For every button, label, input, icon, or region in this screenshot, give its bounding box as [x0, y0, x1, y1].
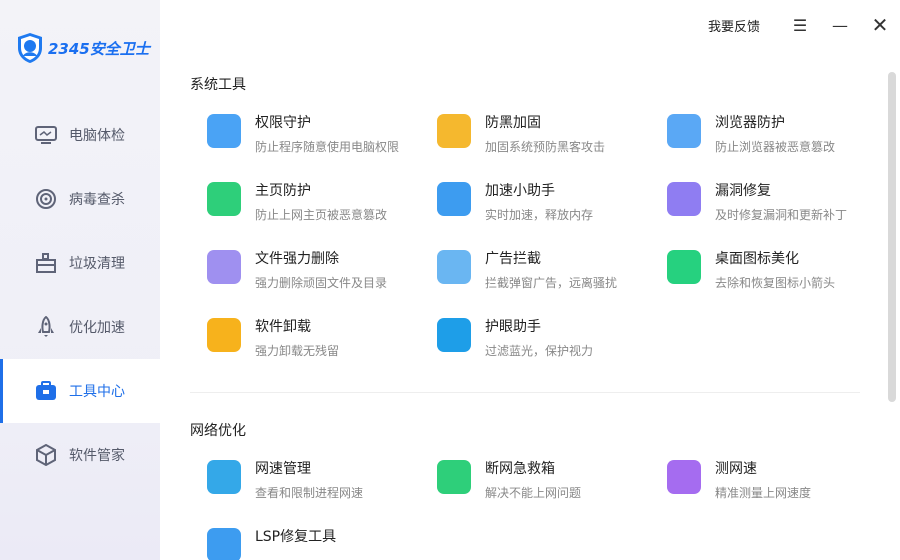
- tool-desc: 去除和恢复图标小箭头: [715, 276, 836, 290]
- tool-item[interactable]: 桌面图标美化 去除和恢复图标小箭头: [665, 248, 880, 298]
- tool-icon: [205, 526, 243, 560]
- tool-name: 防黑加固: [485, 115, 541, 131]
- tool-desc: 查看和限制进程网速: [255, 486, 364, 500]
- tool-name: 权限守护: [255, 115, 311, 131]
- tool-desc: 及时修复漏洞和更新补丁: [715, 208, 848, 222]
- tool-item[interactable]: 文件强力删除 强力删除顽固文件及目录: [205, 248, 425, 298]
- sidebar: 2345安全卫士 电脑体检 病毒查杀 垃圾清理 优化加速 工具中心 软件管家: [0, 0, 160, 560]
- minimize-icon: —: [832, 15, 848, 35]
- tool-item[interactable]: 网速管理 查看和限制进程网速: [205, 458, 425, 508]
- logo-text: 2345安全卫士: [48, 39, 150, 58]
- tool-icon: [435, 180, 473, 218]
- tool-name: 漏洞修复: [715, 183, 771, 199]
- tool-item[interactable]: 断网急救箱 解决不能上网问题: [435, 458, 655, 508]
- sidebar-item-label: 病毒查杀: [69, 192, 125, 208]
- tool-name: LSP修复工具: [255, 529, 337, 545]
- tool-item[interactable]: 加速小助手 实时加速，释放内存: [435, 180, 655, 230]
- tool-item[interactable]: 软件卸载 强力卸载无残留: [205, 316, 425, 366]
- sidebar-item-tools[interactable]: 工具中心: [0, 359, 160, 423]
- tool-item[interactable]: 测网速 精准测量上网速度: [665, 458, 880, 508]
- tool-item[interactable]: 权限守护 防止程序随意使用电脑权限: [205, 112, 425, 162]
- tool-icon: [435, 316, 473, 354]
- tool-name: 文件强力删除: [255, 251, 339, 267]
- tool-desc: 强力删除顽固文件及目录: [255, 276, 388, 290]
- close-icon: ✕: [871, 13, 889, 37]
- menu-icon: ☰: [792, 15, 808, 35]
- sidebar-item-cleanup[interactable]: 垃圾清理: [0, 231, 160, 295]
- tool-desc: 加固系统预防黑客攻击: [485, 140, 606, 154]
- sidebar-item-label: 电脑体检: [69, 128, 125, 144]
- tool-item[interactable]: 广告拦截 拦截弹窗广告，远离骚扰: [435, 248, 655, 298]
- feedback-link[interactable]: 我要反馈: [708, 16, 760, 35]
- tool-desc: 防止上网主页被恶意篡改: [255, 208, 388, 222]
- scrollbar[interactable]: [888, 72, 896, 402]
- app-logo: 2345安全卫士: [16, 32, 150, 64]
- toolbox-icon: [36, 381, 56, 400]
- tool-icon: [205, 316, 243, 354]
- section-title-system-tools: 系统工具: [190, 77, 246, 93]
- tool-name: 断网急救箱: [485, 461, 555, 477]
- tool-name: 广告拦截: [485, 251, 541, 267]
- tool-item[interactable]: 主页防护 防止上网主页被恶意篡改: [205, 180, 425, 230]
- sidebar-nav: 电脑体检 病毒查杀 垃圾清理 优化加速 工具中心 软件管家: [0, 103, 160, 487]
- tool-center: 系统工具 权限守护 防止程序随意使用电脑权限 防黑加固 加固系统预防黑客攻击 浏…: [160, 60, 880, 560]
- tool-icon: [435, 112, 473, 150]
- tool-icon: [435, 458, 473, 496]
- section-title-network: 网络优化: [190, 423, 246, 439]
- sidebar-item-label: 优化加速: [69, 320, 125, 336]
- tool-desc: 解决不能上网问题: [485, 486, 582, 500]
- tool-icon: [205, 248, 243, 286]
- tool-desc: 防止浏览器被恶意篡改: [715, 140, 836, 154]
- tool-icon: [205, 458, 243, 496]
- tool-name: 加速小助手: [485, 183, 555, 199]
- tool-desc: 防止程序随意使用电脑权限: [255, 140, 400, 154]
- tool-icon: [205, 180, 243, 218]
- broom-icon: [36, 253, 56, 273]
- section-divider: [190, 392, 860, 393]
- tool-icon: [665, 112, 703, 150]
- rocket-icon: [38, 316, 54, 337]
- tool-item[interactable]: 护眼助手 过滤蓝光，保护视力: [435, 316, 655, 366]
- tool-name: 护眼助手: [485, 319, 541, 335]
- tool-desc: 过滤蓝光，保护视力: [485, 344, 594, 358]
- tool-item[interactable]: LSP修复工具: [205, 526, 425, 560]
- sidebar-item-label: 工具中心: [69, 384, 125, 400]
- sidebar-item-checkup[interactable]: 电脑体检: [0, 103, 160, 167]
- sidebar-item-software[interactable]: 软件管家: [0, 423, 160, 487]
- tool-name: 主页防护: [255, 183, 311, 199]
- minimize-button[interactable]: —: [820, 5, 860, 45]
- tool-icon: [665, 180, 703, 218]
- tool-name: 软件卸载: [255, 319, 311, 335]
- cube-icon: [36, 444, 56, 466]
- tool-icon: [665, 458, 703, 496]
- menu-button[interactable]: ☰: [780, 5, 820, 45]
- close-button[interactable]: ✕: [860, 5, 900, 45]
- tool-item[interactable]: 防黑加固 加固系统预防黑客攻击: [435, 112, 655, 162]
- tool-desc: 强力卸载无残留: [255, 344, 340, 358]
- target-icon: [36, 189, 56, 209]
- monitor-icon: [35, 126, 57, 144]
- tool-name: 测网速: [715, 461, 757, 477]
- shield-logo-icon: [18, 33, 42, 63]
- tool-desc: 精准测量上网速度: [715, 486, 812, 500]
- tool-desc: 实时加速，释放内存: [485, 208, 594, 222]
- tool-item[interactable]: 浏览器防护 防止浏览器被恶意篡改: [665, 112, 880, 162]
- sidebar-item-label: 软件管家: [69, 448, 125, 464]
- title-bar: 我要反馈 ☰ — ✕: [708, 0, 900, 50]
- tool-desc: 拦截弹窗广告，远离骚扰: [485, 276, 618, 290]
- tool-name: 浏览器防护: [715, 115, 785, 131]
- sidebar-item-optimize[interactable]: 优化加速: [0, 295, 160, 359]
- tool-name: 网速管理: [255, 461, 311, 477]
- tool-name: 桌面图标美化: [715, 251, 799, 267]
- tool-item[interactable]: 漏洞修复 及时修复漏洞和更新补丁: [665, 180, 880, 230]
- tool-icon: [205, 112, 243, 150]
- tool-icon: [665, 248, 703, 286]
- sidebar-item-antivirus[interactable]: 病毒查杀: [0, 167, 160, 231]
- tool-icon: [435, 248, 473, 286]
- sidebar-item-label: 垃圾清理: [69, 256, 125, 272]
